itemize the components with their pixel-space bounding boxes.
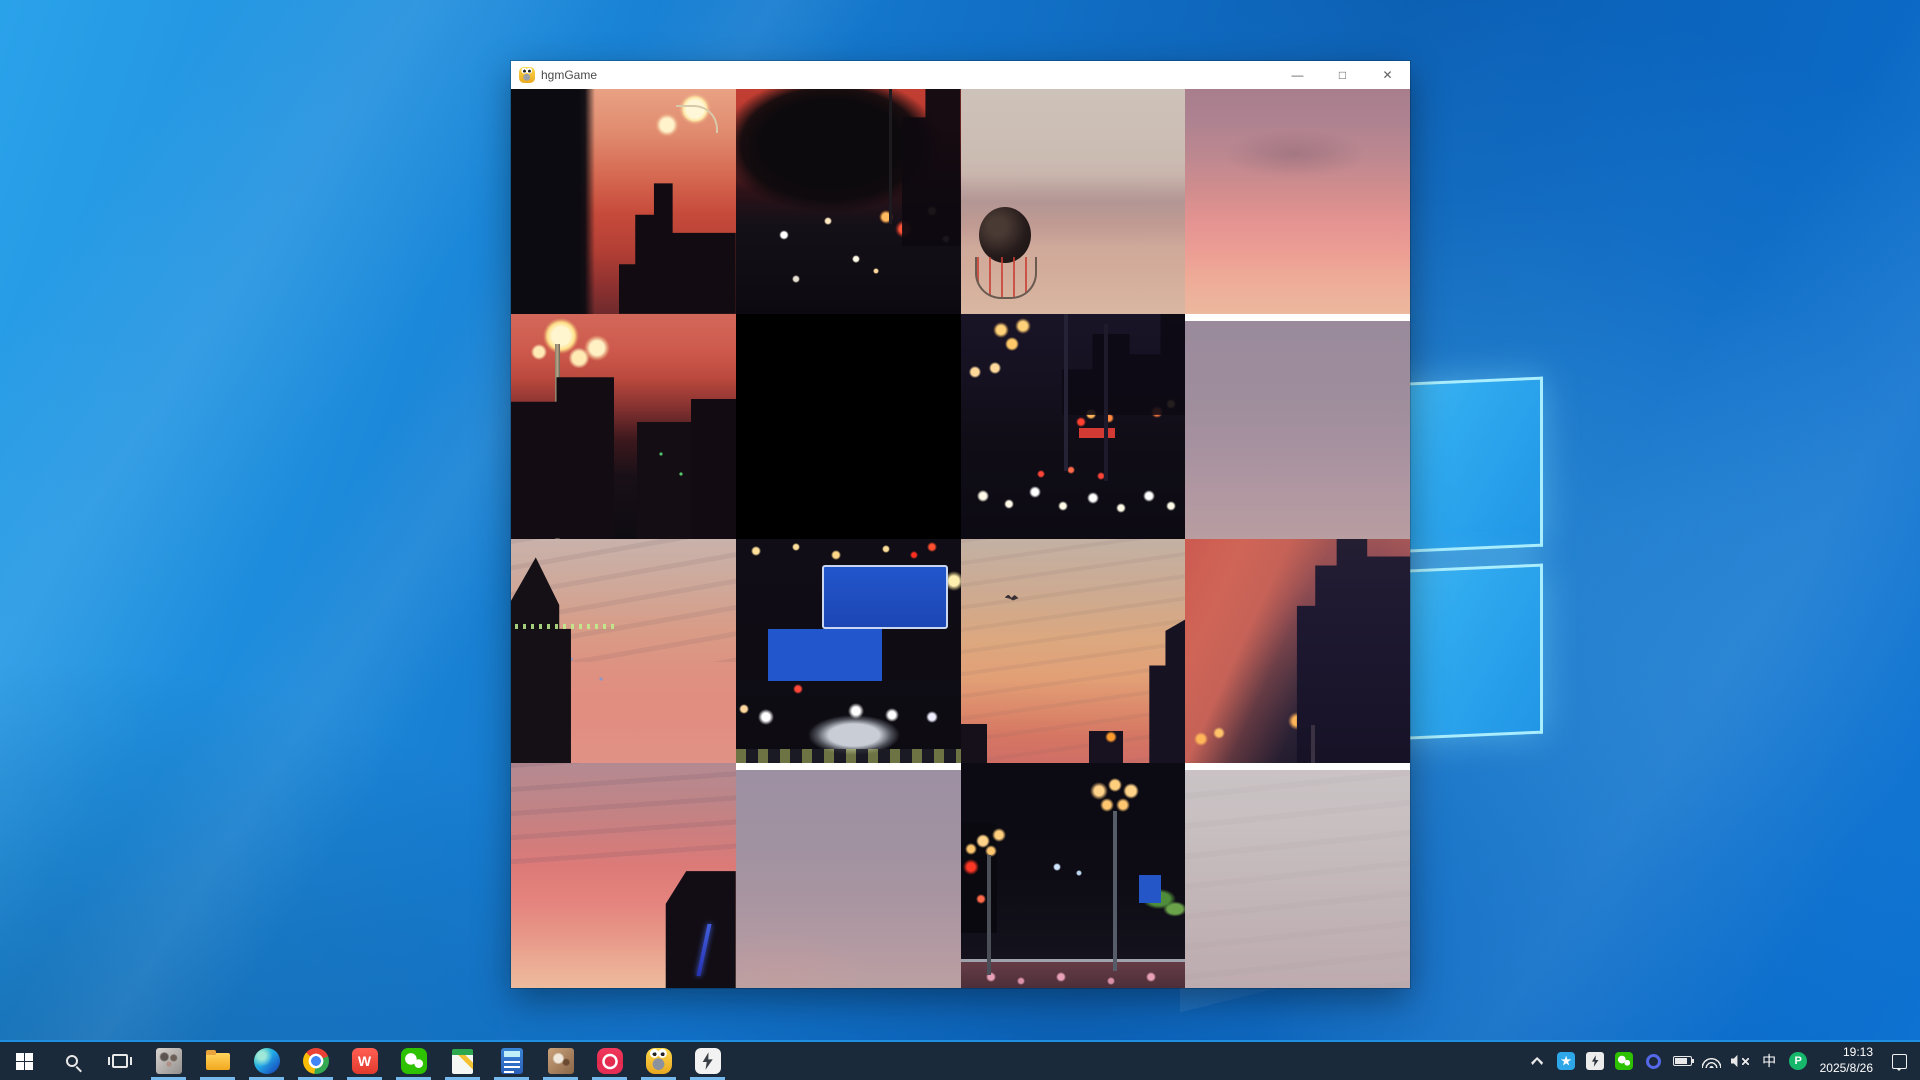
tray-cortana-ring-button[interactable] (1639, 1041, 1668, 1080)
system-tray: 中 P 19:13 2025/8/26 (1523, 1042, 1920, 1080)
search-icon (66, 1055, 78, 1067)
green-p-badge: P (1794, 1056, 1801, 1067)
taskbar-app-notepad-editor[interactable] (438, 1042, 487, 1080)
microsoft-edge-icon (254, 1048, 280, 1074)
tray-lightning-driver-button[interactable] (1581, 1041, 1610, 1080)
turtle-game-icon (646, 1048, 672, 1074)
tray-volume-muted-button[interactable] (1726, 1041, 1755, 1080)
tray-wifi-button[interactable] (1697, 1041, 1726, 1080)
action-center-button[interactable] (1880, 1041, 1918, 1080)
wps-office-icon: W (352, 1048, 378, 1074)
windows-start-icon (16, 1053, 33, 1070)
maximize-button[interactable]: □ (1320, 61, 1365, 89)
puzzle-tile-r1c1-empty (736, 314, 961, 539)
puzzle-tile-r3c3[interactable] (1185, 763, 1410, 988)
battery-icon (1673, 1056, 1692, 1066)
taskbar-clock[interactable]: 19:13 2025/8/26 (1813, 1045, 1880, 1076)
turtle-game-icon (519, 67, 535, 83)
puzzle-tile-r0c3[interactable] (1185, 89, 1410, 314)
hgmgame-window: hgmGame — □ ✕ (511, 61, 1410, 988)
tim-icon (1557, 1052, 1575, 1070)
taskbar-app-lightning-tool[interactable] (683, 1042, 732, 1080)
ime-chinese-badge: 中 (1762, 1054, 1776, 1068)
puzzle-tile-r2c0[interactable] (511, 539, 736, 764)
tray-expand-button[interactable] (1523, 1041, 1552, 1080)
taskbar-app-cat-photo-app[interactable] (144, 1042, 193, 1080)
puzzle-tile-r1c3[interactable] (1185, 314, 1410, 539)
taskbar-app-turtle-game[interactable] (634, 1042, 683, 1080)
puzzle-tile-r3c0[interactable] (511, 763, 736, 988)
lightning-tool-icon (695, 1048, 721, 1074)
clock-time: 19:13 (1820, 1045, 1873, 1061)
taskbar-app-wechat[interactable] (389, 1042, 438, 1080)
task-view-icon (112, 1054, 128, 1068)
taskbar-app-dog-photo-app[interactable] (536, 1042, 585, 1080)
google-chrome-icon (303, 1048, 329, 1074)
puzzle-tile-r1c2[interactable] (961, 314, 1186, 539)
task-view-button[interactable] (96, 1042, 144, 1080)
tray-battery-button[interactable] (1668, 1041, 1697, 1080)
taskbar-app-calculator[interactable] (487, 1042, 536, 1080)
ime-chinese-icon: 中 (1762, 1054, 1776, 1068)
notepad-editor-icon (452, 1049, 473, 1074)
puzzle-tile-r2c3[interactable] (1185, 539, 1410, 764)
tray-ime-chinese-button[interactable]: 中 (1755, 1041, 1784, 1080)
puzzle-tile-r2c2[interactable] (961, 539, 1186, 764)
start-button[interactable] (0, 1042, 48, 1080)
file-explorer-icon (205, 1048, 231, 1074)
window-title: hgmGame (541, 68, 597, 82)
puzzle-tile-r1c0[interactable] (511, 314, 736, 539)
cortana-ring-icon (1646, 1054, 1661, 1069)
green-p-icon: P (1789, 1052, 1807, 1070)
taskbar-app-file-explorer[interactable] (193, 1042, 242, 1080)
chevron-up-icon (1531, 1057, 1543, 1065)
notification-icon (1892, 1054, 1907, 1069)
window-titlebar[interactable]: hgmGame — □ ✕ (511, 61, 1410, 89)
taskbar-app-red-media-app[interactable] (585, 1042, 634, 1080)
clock-date: 2025/8/26 (1820, 1061, 1873, 1077)
puzzle-tile-r0c1[interactable] (736, 89, 961, 314)
tray-green-p-button[interactable]: P (1784, 1041, 1813, 1080)
taskbar-app-wps-office[interactable]: W (340, 1042, 389, 1080)
minimize-button[interactable]: — (1275, 61, 1320, 89)
puzzle-tile-r3c1[interactable] (736, 763, 961, 988)
taskbar-app-microsoft-edge[interactable] (242, 1042, 291, 1080)
tray-tim-button[interactable] (1552, 1041, 1581, 1080)
puzzle-grid (511, 89, 1410, 988)
dog-photo-app-icon (548, 1048, 574, 1074)
wechat-icon (401, 1048, 427, 1074)
search-button[interactable] (48, 1042, 96, 1080)
puzzle-tile-r3c2[interactable] (961, 763, 1186, 988)
lightning-driver-icon (1586, 1052, 1604, 1070)
close-button[interactable]: ✕ (1365, 61, 1410, 89)
calculator-icon (501, 1048, 523, 1074)
red-media-app-icon (597, 1048, 623, 1074)
cat-photo-app-icon (156, 1048, 182, 1074)
puzzle-tile-r0c0[interactable] (511, 89, 736, 314)
taskbar: W 中 P 19:13 2025/8/26 (0, 1040, 1920, 1080)
volume-muted-icon (1731, 1054, 1750, 1068)
puzzle-tile-r0c2[interactable] (961, 89, 1186, 314)
wifi-icon (1702, 1055, 1721, 1068)
puzzle-tile-r2c1[interactable] (736, 539, 961, 764)
wechat-tray-icon (1615, 1052, 1633, 1070)
wps-office-badge: W (358, 1054, 371, 1068)
taskbar-app-google-chrome[interactable] (291, 1042, 340, 1080)
tray-wechat-tray-button[interactable] (1610, 1041, 1639, 1080)
